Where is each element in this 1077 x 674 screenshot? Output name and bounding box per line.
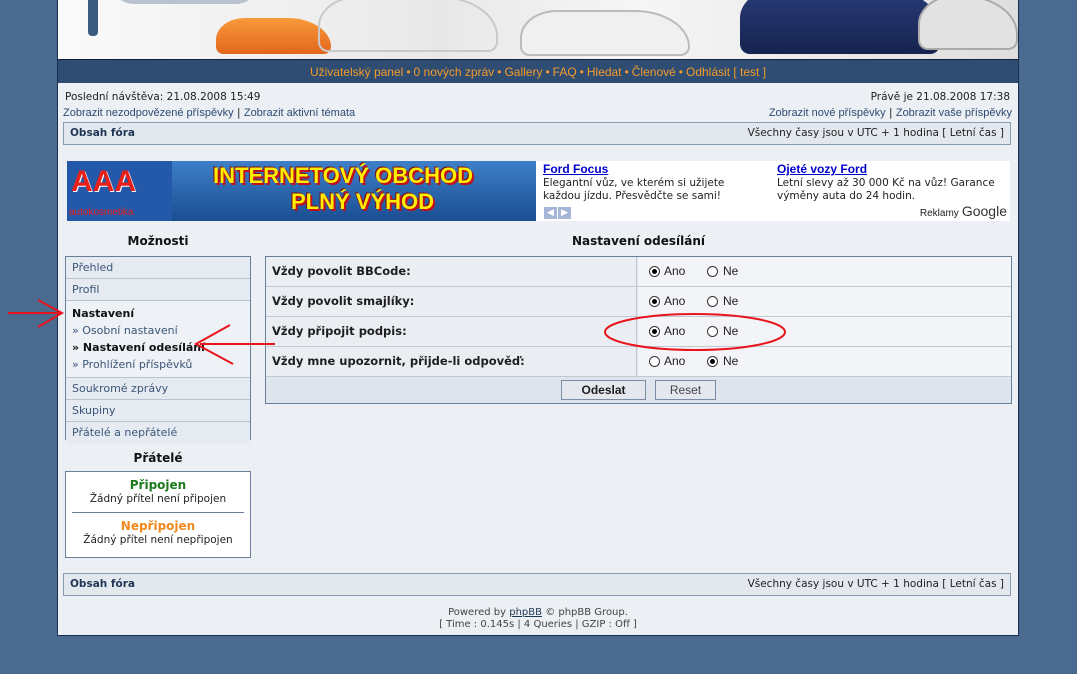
menu-posting-settings[interactable]: » Nastavení odesílání	[72, 339, 244, 356]
nav-user-panel[interactable]: Uživatelský panel	[310, 65, 403, 79]
smilies-no-radio[interactable]	[707, 296, 718, 307]
breadcrumb-bar-bottom: Obsah fóra Všechny časy jsou v UTC + 1 h…	[63, 573, 1011, 596]
logo-swoosh	[110, 0, 260, 4]
setting-label: Vždy mne upozornit, přijde-li odpověď:	[266, 347, 637, 376]
new-posts-link[interactable]: Zobrazit nové příspěvky	[769, 107, 886, 119]
ad-prev-arrow-icon[interactable]: ◀	[544, 207, 557, 219]
menu-view-posts[interactable]: » Prohlížení příspěvků	[72, 356, 244, 373]
phpbb-link[interactable]: phpBB	[509, 607, 542, 618]
setting-label: Vždy povolit BBCode:	[266, 257, 637, 286]
footer-stats: [ Time : 0.145s | 4 Queries | GZIP : Off…	[439, 619, 637, 630]
footer-powered: Powered by phpBB © phpBB Group.	[448, 607, 628, 618]
advertisement-block: AAA autokosmetika INTERNETOVÝ OBCHOD PLN…	[67, 161, 1010, 221]
friends-online-label: Připojen	[129, 478, 187, 492]
google-logo: Google	[961, 203, 1007, 219]
blue-car-image	[740, 0, 940, 54]
signature-no-radio[interactable]	[707, 326, 718, 337]
orange-car-image	[216, 18, 331, 54]
notify-yes-radio[interactable]	[649, 356, 660, 367]
breadcrumb-bar-top: Obsah fóra Všechny časy jsou v UTC + 1 h…	[63, 122, 1011, 145]
menu-groups[interactable]: Skupiny	[66, 400, 250, 422]
site-banner	[58, 0, 1018, 59]
your-posts-link[interactable]: Zobrazit vaše příspěvky	[896, 107, 1012, 119]
posting-settings-title: Nastavení odesílání	[571, 234, 705, 248]
current-time-text: Právě je 21.08.2008 17:38	[870, 91, 1010, 103]
friends-online-empty: Žádný přítel není připojen	[89, 493, 227, 505]
friends-offline-label: Nepřipojen	[120, 519, 196, 533]
grey-car-image	[918, 0, 1018, 50]
smilies-yes-radio[interactable]	[649, 296, 660, 307]
bbcode-yes-radio[interactable]	[649, 266, 660, 277]
friends-divider	[72, 512, 244, 513]
ad-ford-focus-text: Elegantní vůz, ve kterém si užijete každ…	[543, 177, 725, 202]
bbcode-no-radio[interactable]	[707, 266, 718, 277]
menu-private-messages[interactable]: Soukromé zprávy	[66, 378, 250, 400]
forum-index-link[interactable]: Obsah fóra	[70, 123, 135, 144]
ad-banner-image[interactable]: AAA autokosmetika INTERNETOVÝ OBCHOD PLN…	[67, 161, 536, 221]
setting-row-signature: Vždy připojit podpis: Ano Ne	[266, 317, 1011, 347]
ad-logo-text: AAA	[71, 165, 136, 198]
ad-used-ford-text: Letní slevy až 30 000 Kč na vůz! Garance…	[777, 177, 995, 202]
menu-profile[interactable]: Profil	[66, 279, 250, 301]
silver-car-image	[520, 10, 690, 56]
unanswered-posts-link[interactable]: Zobrazit nezodpovězené příspěvky	[63, 107, 234, 119]
setting-label: Vždy připojit podpis:	[266, 317, 637, 346]
ad-banner-line1: INTERNETOVÝ OBCHOD	[213, 163, 473, 188]
submit-button[interactable]: Odeslat	[561, 380, 646, 400]
notify-no-radio[interactable]	[707, 356, 718, 367]
friends-offline-empty: Žádný přítel není nepřipojen	[83, 534, 233, 546]
setting-row-bbcode: Vždy povolit BBCode: Ano Ne	[266, 257, 1011, 287]
friends-box: Připojen Žádný přítel není připojen Nepř…	[65, 471, 251, 558]
friends-heading: Přátelé	[133, 451, 183, 465]
page-wrapper: Uživatelský panel • 0 nových zpráv • Gallery…	[57, 0, 1019, 636]
signature-yes-radio[interactable]	[649, 326, 660, 337]
ad-used-ford-link[interactable]: Ojeté vozy Ford	[777, 162, 867, 176]
ad-banner-line2: PLNÝ VÝHOD	[291, 189, 435, 214]
setting-row-smilies: Vždy povolit smajlíky: Ano Ne	[266, 287, 1011, 317]
menu-overview[interactable]: Přehled	[66, 257, 250, 279]
setting-row-notify: Vždy mne upozornit, přijde-li odpověď: A…	[266, 347, 1011, 377]
nav-logout[interactable]: Odhlásit [ test ]	[686, 65, 766, 79]
nav-gallery[interactable]: Gallery	[504, 65, 542, 79]
setting-label: Vždy povolit smajlíky:	[266, 287, 637, 316]
nav-members[interactable]: Členové	[632, 65, 676, 79]
sketch-car-image	[318, 0, 498, 52]
menu-personal-settings[interactable]: » Osobní nastavení	[72, 322, 244, 339]
ad-logo-subtext: autokosmetika	[69, 207, 134, 218]
ad-ford-focus-link[interactable]: Ford Focus	[543, 162, 608, 176]
ads-by-google[interactable]: Reklamy Google	[920, 203, 1007, 219]
nav-new-messages[interactable]: 0 nových zpráv	[414, 65, 495, 79]
reset-button[interactable]: Reset	[655, 380, 716, 400]
options-heading: Možnosti	[127, 234, 189, 248]
logo-fragment	[88, 0, 98, 36]
menu-settings-group: Nastavení » Osobní nastavení » Nastavení…	[66, 301, 250, 378]
ad-next-arrow-icon[interactable]: ▶	[558, 207, 571, 219]
forum-index-link-bottom[interactable]: Obsah fóra	[70, 574, 135, 595]
menu-friends-foes[interactable]: Přátelé a nepřátelé	[66, 422, 250, 444]
active-topics-link[interactable]: Zobrazit aktivní témata	[244, 107, 355, 119]
timezone-text-bottom: Všechny časy jsou v UTC + 1 hodina [ Let…	[747, 578, 1004, 590]
top-navigation: Uživatelský panel • 0 nových zpráv • Gallery…	[58, 59, 1018, 83]
menu-settings[interactable]: Nastavení	[72, 305, 244, 322]
nav-search[interactable]: Hledat	[587, 65, 622, 79]
last-visit-text: Poslední návštěva: 21.08.2008 15:49	[65, 91, 261, 103]
options-menu: Přehled Profil Nastavení » Osobní nastav…	[65, 256, 251, 444]
timezone-text: Všechny časy jsou v UTC + 1 hodina [ Let…	[747, 127, 1004, 139]
nav-faq[interactable]: FAQ	[553, 65, 577, 79]
